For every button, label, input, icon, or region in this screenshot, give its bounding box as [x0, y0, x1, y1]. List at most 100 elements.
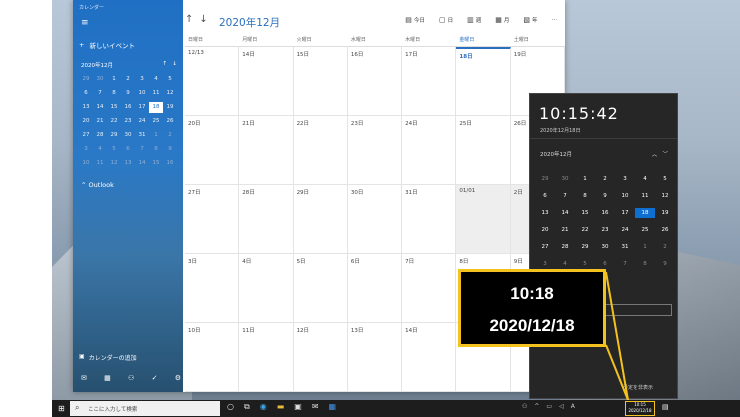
flyout-day-cell[interactable]: 21 [555, 225, 575, 235]
year-view-button[interactable]: ▧ 年 [523, 16, 537, 24]
flyout-day-cell[interactable]: 29 [575, 242, 595, 252]
chevron-up-icon[interactable]: ︿ [652, 152, 658, 158]
flyout-day-cell[interactable]: 31 [615, 242, 635, 252]
day-cell[interactable]: 14日 [239, 47, 294, 116]
mini-day-cell[interactable]: 12 [163, 88, 177, 99]
day-cell[interactable]: 22日 [293, 116, 348, 185]
flyout-date[interactable]: 2020年12月18日 [540, 127, 580, 134]
day-cell[interactable]: 16日 [347, 47, 403, 116]
mini-day-cell[interactable]: 11 [149, 88, 163, 99]
flyout-day-cell[interactable]: 2 [595, 174, 615, 184]
day-cell[interactable]: 17日 [402, 47, 457, 116]
mini-day-cell[interactable]: 14 [135, 158, 149, 169]
mini-day-cell[interactable]: 5 [107, 144, 121, 155]
day-cell[interactable]: 01/01 [456, 185, 511, 254]
flyout-day-cell[interactable]: 30 [555, 174, 575, 184]
flyout-day-cell[interactable]: 2 [655, 242, 675, 252]
flyout-day-cell[interactable]: 9 [595, 191, 615, 201]
mail-icon[interactable]: ✉ [312, 402, 319, 412]
mini-day-cell[interactable]: 7 [93, 88, 107, 99]
mini-day-cell[interactable]: 29 [107, 130, 121, 141]
flyout-month-label[interactable]: 2020年12月 [540, 150, 572, 158]
mini-day-cell[interactable]: 21 [93, 116, 107, 127]
mini-day-cell[interactable]: 1 [149, 130, 163, 141]
mini-day-cell[interactable]: 14 [93, 102, 107, 113]
mini-day-cell[interactable]: 20 [79, 116, 93, 127]
event-input[interactable] [598, 304, 672, 316]
mini-day-cell[interactable]: 13 [121, 158, 135, 169]
flyout-day-cell[interactable]: 4 [635, 174, 655, 184]
flyout-day-cell[interactable]: 3 [615, 174, 635, 184]
taskbar-search-box[interactable]: ⌕ ここに入力して検索 [70, 401, 220, 416]
day-cell[interactable]: 15日 [293, 47, 348, 116]
mini-day-cell[interactable]: 6 [121, 144, 135, 155]
day-cell[interactable]: 14日 [402, 323, 457, 392]
people-icon[interactable]: ⚇ [522, 403, 527, 410]
mini-day-cell[interactable]: 18 [149, 102, 163, 113]
mini-day-cell[interactable]: 27 [79, 130, 93, 141]
more-button[interactable]: … [552, 16, 558, 24]
new-event-button[interactable]: + 新しいイベント [79, 40, 135, 50]
flyout-day-cell[interactable]: 1 [575, 174, 595, 184]
flyout-day-cell[interactable]: 12 [655, 191, 675, 201]
mini-day-cell[interactable]: 15 [107, 102, 121, 113]
mini-day-cell[interactable]: 23 [121, 116, 135, 127]
day-cell[interactable]: 3日 [185, 254, 240, 323]
mini-day-cell[interactable]: 30 [93, 74, 107, 85]
day-cell[interactable]: 4日 [239, 254, 294, 323]
day-cell[interactable]: 24日 [402, 116, 457, 185]
mini-day-cell[interactable]: 4 [93, 144, 107, 155]
day-cell[interactable]: 23日 [347, 116, 403, 185]
mini-day-cell[interactable]: 19 [163, 102, 177, 113]
day-cell[interactable]: 12日 [293, 323, 348, 392]
mini-day-cell[interactable]: 3 [135, 74, 149, 85]
day-cell[interactable]: 30日 [347, 185, 403, 254]
flyout-day-cell[interactable]: 15 [575, 208, 595, 218]
flyout-day-cell[interactable]: 28 [555, 242, 575, 252]
day-cell[interactable]: 12/13 [185, 47, 240, 116]
flyout-day-cell[interactable]: 23 [595, 225, 615, 235]
flyout-day-cell[interactable]: 3 [535, 259, 555, 269]
flyout-day-cell[interactable]: 26 [655, 225, 675, 235]
mini-next-icon[interactable]: ↓ [172, 61, 177, 67]
mini-day-cell[interactable]: 1 [107, 74, 121, 85]
flyout-day-cell[interactable]: 14 [555, 208, 575, 218]
mini-day-cell[interactable]: 29 [79, 74, 93, 85]
day-cell[interactable]: 31日 [402, 185, 457, 254]
mini-prev-icon[interactable]: ↑ [163, 61, 168, 67]
calendar-app-icon[interactable]: ▦ [329, 402, 337, 412]
week-view-button[interactable]: ▥ 週 [467, 16, 481, 24]
flyout-day-cell[interactable]: 1 [635, 242, 655, 252]
month-view-button[interactable]: ▦ 月 [495, 16, 509, 24]
mini-day-cell[interactable]: 28 [93, 130, 107, 141]
day-view-button[interactable]: ▢ 日 [439, 16, 453, 24]
flyout-day-cell[interactable]: 25 [635, 225, 655, 235]
day-cell[interactable]: 20日 [185, 116, 240, 185]
flyout-day-cell[interactable]: 29 [535, 174, 555, 184]
mini-day-cell[interactable]: 8 [149, 144, 163, 155]
mini-day-cell[interactable]: 2 [163, 130, 177, 141]
store-icon[interactable]: ▣ [294, 402, 302, 412]
flyout-day-cell[interactable]: 20 [535, 225, 555, 235]
day-cell[interactable]: 7日 [402, 254, 457, 323]
prev-arrow-icon[interactable]: ↑ [185, 14, 199, 25]
mail-icon[interactable]: ✉ [81, 374, 87, 382]
flyout-day-cell[interactable]: 16 [595, 208, 615, 218]
mini-day-cell[interactable]: 15 [149, 158, 163, 169]
flyout-day-cell[interactable]: 7 [615, 259, 635, 269]
mini-day-cell[interactable]: 26 [163, 116, 177, 127]
day-cell[interactable]: 21日 [239, 116, 294, 185]
mini-day-cell[interactable]: 10 [79, 158, 93, 169]
flyout-day-cell[interactable]: 22 [575, 225, 595, 235]
edge-icon[interactable]: ◉ [260, 402, 267, 412]
flyout-day-cell[interactable]: 27 [535, 242, 555, 252]
taskbar-clock[interactable]: 10:15 2020/12/18 [625, 401, 655, 416]
volume-icon[interactable]: ◁ [559, 403, 564, 410]
mini-day-cell[interactable]: 25 [149, 116, 163, 127]
windows-start-icon[interactable]: ⊞ [58, 404, 65, 413]
mini-day-cell[interactable]: 2 [121, 74, 135, 85]
flyout-day-cell[interactable]: 13 [535, 208, 555, 218]
add-calendar-button[interactable]: ▣ カレンダーの追加 [79, 353, 137, 362]
outlook-section[interactable]: ⌃ Outlook [81, 181, 114, 189]
flyout-day-cell[interactable]: 5 [655, 174, 675, 184]
